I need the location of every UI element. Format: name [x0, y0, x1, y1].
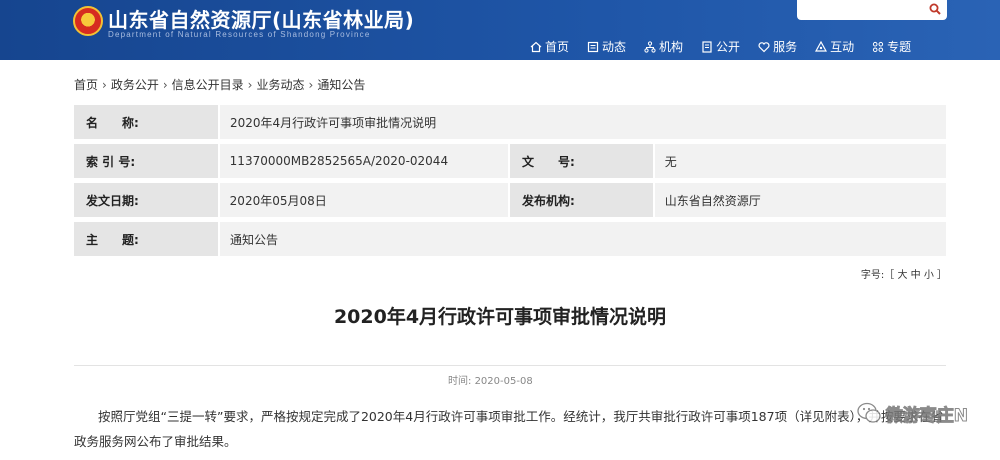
- font-size-medium-button[interactable]: 中: [911, 270, 921, 281]
- breadcrumb-notices[interactable]: 通知公告: [317, 78, 365, 92]
- article-title: 2020年4月行政许可事项审批情况说明: [333, 306, 667, 328]
- breadcrumb-gov-affairs[interactable]: 政务公开: [111, 78, 159, 92]
- title-divider: [74, 365, 946, 366]
- nav-service[interactable]: 服务: [758, 38, 797, 55]
- breadcrumb: 首页 › 政务公开 › 信息公开目录 › 业务动态 › 通知公告: [74, 76, 365, 93]
- meta-row-index: 索 引 号: 11370000MB2852565A/2020-02044 文 号…: [74, 144, 946, 178]
- org-icon: [644, 40, 656, 53]
- meta-value-docno: 无: [654, 144, 946, 178]
- watermark-text: 微游枣庄N: [885, 405, 968, 426]
- meta-value-index: 11370000MB2852565A/2020-02044: [219, 144, 508, 178]
- watermark: 微游枣庄N: [856, 400, 969, 426]
- nav-label: 互动: [830, 40, 855, 54]
- meta-value-org: 山东省自然资源厅: [654, 183, 946, 217]
- nav-home[interactable]: 首页: [530, 38, 569, 55]
- national-emblem-icon: [73, 6, 103, 36]
- interact-icon: [815, 40, 828, 52]
- search-box: [797, 0, 947, 20]
- breadcrumb-home[interactable]: 首页: [74, 78, 98, 92]
- meta-label-topic: 主 题:: [74, 222, 218, 256]
- heart-icon: [758, 41, 770, 52]
- home-icon: [530, 41, 542, 52]
- nav-interact[interactable]: 互动: [815, 38, 854, 55]
- meta-row-topic: 主 题: 通知公告: [74, 222, 946, 256]
- meta-label-index: 索 引 号:: [74, 144, 218, 178]
- font-size-large-button[interactable]: 大: [897, 270, 907, 281]
- article-body: 按照厅党组“三提一转”要求，严格按规定完成了2020年4月行政许可事项审批工作。…: [74, 409, 944, 449]
- breadcrumb-separator: ›: [308, 78, 314, 92]
- nav-label: 专题: [887, 40, 912, 54]
- nav-public[interactable]: 公开: [701, 38, 740, 55]
- nav-label: 动态: [602, 40, 627, 54]
- breadcrumb-separator: ›: [102, 78, 107, 92]
- meta-value-date: 2020年05月08日: [219, 183, 508, 217]
- doc-icon: [702, 40, 712, 53]
- meta-value-topic: 通知公告: [220, 222, 946, 256]
- main-nav: 首页 动态 机构 公开 服务 互动 专题: [530, 38, 911, 55]
- meta-value-name: 2020年4月行政许可事项审批情况说明: [220, 105, 946, 139]
- site-subtitle: Department of Natural Resources of Shand…: [108, 30, 371, 39]
- nav-label: 首页: [545, 40, 570, 54]
- publish-time-value: 2020-05-08: [474, 376, 533, 387]
- nav-label: 公开: [716, 40, 741, 54]
- breadcrumb-business-news[interactable]: 业务动态: [256, 78, 304, 92]
- meta-label-name: 名 称:: [74, 105, 218, 139]
- nav-label: 服务: [773, 40, 798, 54]
- meta-row-name: 名 称: 2020年4月行政许可事项审批情况说明: [74, 105, 946, 139]
- publish-time-label: 时间:: [448, 376, 472, 387]
- meta-row-date: 发文日期: 2020年05月08日 发布机构: 山东省自然资源厅: [74, 183, 946, 217]
- nav-news[interactable]: 动态: [587, 38, 626, 55]
- breadcrumb-separator: ›: [162, 78, 168, 92]
- meta-label-org: 发布机构:: [510, 183, 653, 217]
- nav-topic[interactable]: 专题: [872, 38, 911, 55]
- font-size-switcher: 字号:［ 大 中 小 ］: [861, 266, 947, 281]
- font-size-suffix: ］: [933, 270, 947, 281]
- site-header: 山东省自然资源厅(山东省林业局) Department of Natural R…: [0, 0, 1000, 60]
- publish-time: 时间: 2020-05-08: [440, 372, 541, 387]
- nav-org[interactable]: 机构: [644, 38, 683, 55]
- search-input[interactable]: [797, 0, 925, 20]
- breadcrumb-info-catalog[interactable]: 信息公开目录: [172, 78, 244, 92]
- meta-label-date: 发文日期:: [74, 183, 218, 217]
- wechat-icon: [857, 402, 881, 423]
- search-icon[interactable]: [929, 3, 941, 15]
- nav-label: 机构: [659, 40, 684, 54]
- grid-icon: [872, 41, 884, 52]
- font-size-prefix: 字号:［: [860, 270, 898, 281]
- document-meta-table: 名 称: 2020年4月行政许可事项审批情况说明 索 引 号: 11370000…: [74, 105, 946, 261]
- font-size-small-button[interactable]: 小: [924, 270, 934, 281]
- site-title[interactable]: 山东省自然资源厅(山东省林业局): [108, 4, 414, 33]
- meta-label-docno: 文 号:: [510, 144, 653, 178]
- news-icon: [587, 41, 599, 52]
- breadcrumb-separator: ›: [247, 78, 253, 92]
